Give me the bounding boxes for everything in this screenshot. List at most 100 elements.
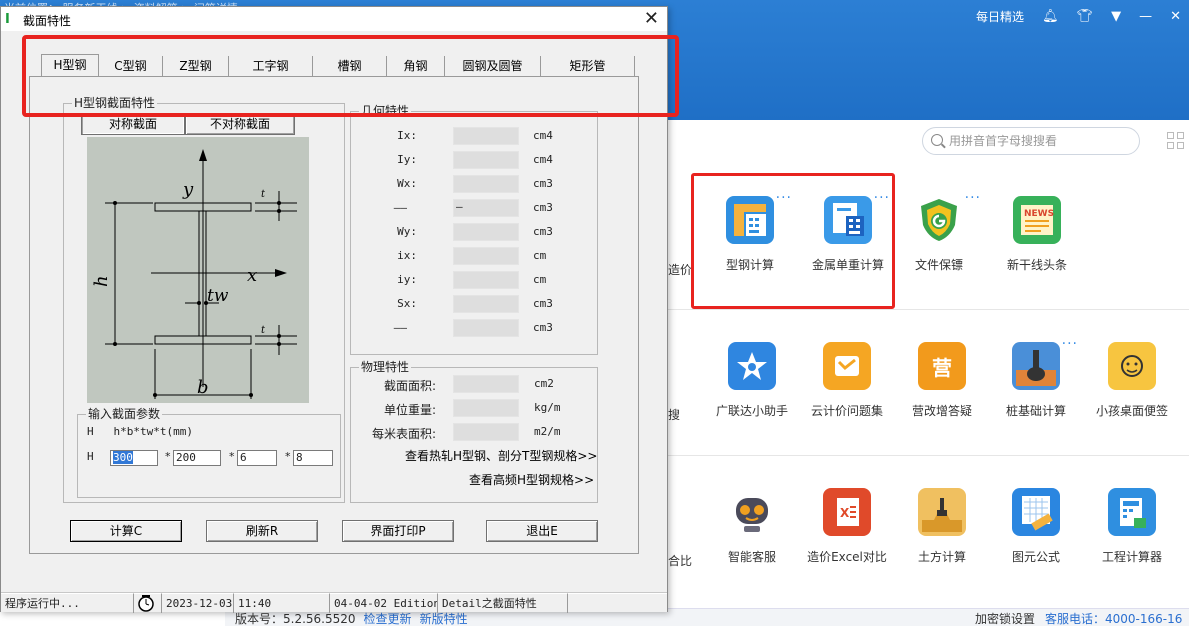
more-icon[interactable]: ··· [1062,336,1078,352]
lock-settings-link[interactable]: 加密锁设置 [975,612,1035,626]
prop-value [453,271,519,289]
exit-button[interactable]: 退出E [486,520,598,542]
bell-icon[interactable]: 🔔︎ [1042,9,1059,24]
prop-row-ix-moment: Ix: cm4 [371,127,571,145]
app-label: 小孩桌面便签 [1095,404,1168,418]
search-input[interactable]: 用拼音首字母搜搜看 [922,127,1140,155]
partial-label: 合比 [668,554,693,568]
flange-thickness-input[interactable]: 8 [293,450,333,466]
version-number: 5.2.56.5520 [283,612,356,626]
prop-value: — [453,199,519,217]
excel-icon: X [823,488,871,536]
prop-unit: cm4 [533,129,553,142]
status-running: 程序运行中... [1,593,133,613]
phys-row-area: 截面面积: cm2 [356,375,586,393]
download-icon[interactable]: ▼ [1111,9,1121,24]
print-button[interactable]: 界面打印P [342,520,454,542]
hot-rolled-spec-link[interactable]: 查看热轧H型钢、剖分T型钢规格>> [405,447,597,464]
search-placeholder: 用拼音首字母搜搜看 [949,134,1058,148]
news-icon: NEWS [1013,196,1061,244]
calculator-icon [1108,488,1156,536]
app-pile-calc[interactable]: ··· 桩基础计算 [988,336,1084,419]
phys-label: 每米表面积: [371,427,436,441]
t-dimension-label: t [261,189,266,200]
width-input[interactable]: 200 [173,450,221,466]
app-assistant[interactable]: 广联达小助手 [704,342,800,419]
h-dimension-label: h [91,275,112,287]
dialog-title: 截面特性 [23,14,72,28]
clock-icon [133,593,161,613]
shield-icon [915,196,963,244]
minimize-icon[interactable]: — [1139,9,1152,24]
close-button[interactable]: ✕ [644,8,659,29]
close-icon[interactable]: ✕ [1170,9,1181,24]
app-label: 土方计算 [917,550,966,564]
daily-pick-link[interactable]: 每日精选 [976,8,1024,25]
prop-value [453,223,519,241]
physical-legend: 物理特性 [359,360,412,374]
prop-row-ix-radius: ix: cm [371,247,571,265]
app-calculator[interactable]: 工程计算器 [1084,488,1180,565]
prop-label: iy: [397,273,417,286]
app-file-guard[interactable]: ··· 文件保镖 [891,190,987,273]
app-formula[interactable]: 图元公式 [988,488,1084,565]
app-news[interactable]: NEWS 新干线头条 [989,196,1085,273]
prop-row-iy-moment: Iy: cm4 [371,151,571,169]
app-cloud-qa[interactable]: 云计价问题集 [799,342,895,419]
app-earthwork[interactable]: 土方计算 [894,488,990,565]
formula-text: H h*b*tw*t(mm) [87,425,193,438]
shirt-icon[interactable]: 👕︎ [1077,9,1094,24]
version-label: 版本号： [235,612,284,626]
app-label: 营改增答疑 [911,404,972,418]
refresh-button[interactable]: 刷新R [206,520,318,542]
phys-unit: kg/m [534,401,561,414]
divider [668,309,1189,310]
more-icon[interactable]: ··· [965,190,981,206]
grid-view-icon[interactable] [1167,132,1185,150]
prop-row-wx2: —— — cm3 [371,199,571,217]
prop-value [453,295,519,313]
tw-dimension-label: tw [207,286,229,306]
robot-icon [728,488,776,536]
prop-unit: cm3 [533,225,553,238]
x-axis-label: x [247,265,257,286]
note-icon [1108,342,1156,390]
web-thickness-input[interactable]: 6 [237,450,277,466]
prop-unit: cm [533,273,547,286]
check-update-link[interactable]: 检查更新 [364,612,412,626]
status-edition: 04-04-02 Edition [329,593,437,613]
dialog-titlebar[interactable]: I 截面特性 ✕ [1,7,667,31]
formula-icon [1012,488,1060,536]
prop-value [453,319,519,337]
app-smart-service[interactable]: 智能客服 [704,488,800,565]
formula-spec: h*b*tw*t(mm) [113,425,193,438]
app-label: 新干线头条 [1006,258,1067,272]
section-properties-dialog: I 截面特性 ✕ H型钢 C型钢 Z型钢 工字钢 槽钢 角钢 圆钢及圆管 矩形管… [0,6,679,613]
height-input[interactable]: 300 [110,450,158,466]
high-freq-spec-link[interactable]: 查看高频H型钢规格>> [469,471,594,488]
calculate-button[interactable]: 计算C [70,520,182,542]
highlight-box [691,173,895,309]
status-bar: 程序运行中... 2023-12-03 11:40 04-04-02 Editi… [1,592,667,613]
app-vat-qa[interactable]: 营 营改增答疑 [894,342,990,419]
prop-row-wx: Wx: cm3 [371,175,571,193]
app-label: 工程计算器 [1101,550,1162,564]
new-features-link[interactable]: 新版特性 [420,612,468,626]
prop-row-iy-radius: iy: cm [371,271,571,289]
pile-icon [1012,342,1060,390]
phys-label: 单位重量: [383,403,436,417]
prop-value [453,175,519,193]
prop-unit: cm3 [533,297,553,310]
input-params-legend: 输入截面参数 [86,407,163,421]
prop-label: ix: [397,249,417,262]
app-sticky-note[interactable]: 小孩桌面便签 [1084,342,1180,419]
svg-text:NEWS: NEWS [1024,209,1054,219]
app-excel-compare[interactable]: X 造价Excel对比 [799,488,895,565]
app-label: 云计价问题集 [810,404,883,418]
phys-unit: cm2 [534,377,554,390]
app-label: 智能客服 [727,550,776,564]
b-dimension-label: b [197,377,209,398]
status-date: 2023-12-03 [161,593,233,613]
prop-unit: cm3 [533,321,553,334]
phys-value [453,423,519,441]
